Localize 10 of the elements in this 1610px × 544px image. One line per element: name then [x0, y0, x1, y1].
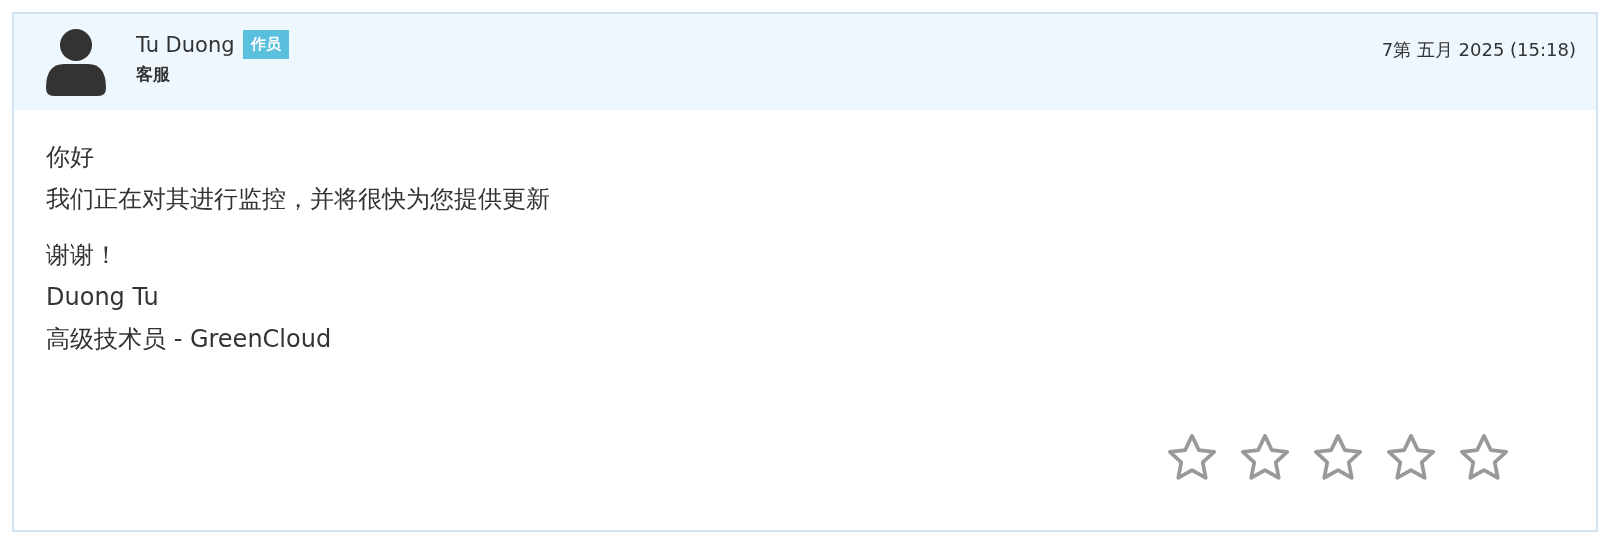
reply-date: 7第 五月 2025 (15:18): [1381, 38, 1576, 62]
author-name: Tu Duong: [136, 32, 235, 57]
message-line: Duong Tu: [46, 282, 159, 313]
message-line: 高级技术员 - GreenCloud: [46, 324, 332, 355]
user-avatar-icon: [46, 28, 106, 96]
message-line: 谢谢！: [46, 240, 118, 271]
message-line: 我们正在对其进行监控，并将很快为您提供更新: [46, 184, 550, 215]
staff-badge: 作员: [242, 30, 289, 59]
author-role: 客服: [136, 63, 171, 86]
message-line: 你好: [46, 142, 94, 173]
